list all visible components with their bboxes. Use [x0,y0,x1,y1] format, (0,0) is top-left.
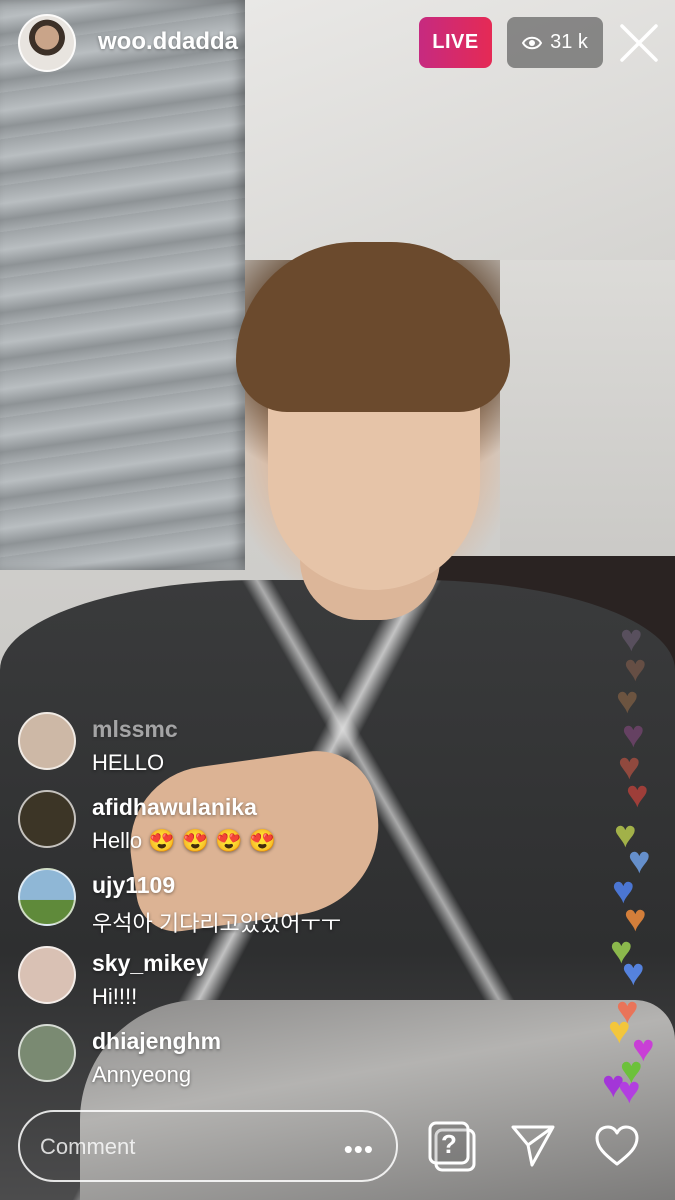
comment-text: Hi!!!! [92,984,138,1009]
viewer-count-badge[interactable]: 31 k [507,17,603,68]
heart-outline-icon[interactable] [594,1124,640,1168]
commenter-avatar[interactable] [18,712,76,770]
commenter-username[interactable]: ujy1109 [92,872,175,899]
commenter-avatar[interactable] [18,790,76,848]
live-stream-screen: woo.ddadda LIVE 31 k mlssmc HELLO afidha… [0,0,675,1200]
question-box-icon[interactable]: ? [427,1120,477,1174]
broadcaster-username[interactable]: woo.ddadda [98,28,238,56]
heart-icon: ♥ [626,774,649,816]
heart-icon: ♥ [622,952,645,994]
send-icon[interactable] [510,1122,556,1168]
commenter-username[interactable]: afidhawulanika [92,794,257,821]
comment-text: HELLO [92,750,165,775]
comment-item: dhiajenghm Annyeong [18,1024,448,1102]
comment-feed: mlssmc HELLO afidhawulanika Hello 😍 😍 😍 … [18,712,448,1102]
live-badge: LIVE [419,17,492,68]
comment-text: Hello 😍 😍 😍 😍 [92,828,277,853]
comment-item: afidhawulanika Hello 😍 😍 😍 😍 [18,790,448,868]
heart-icon: ♥ [608,1010,631,1052]
svg-text:?: ? [441,1129,457,1159]
more-options-icon[interactable]: ••• [344,1134,374,1165]
commenter-username[interactable]: mlssmc [92,716,178,743]
eye-icon [522,36,543,49]
streamer-hair [236,242,510,412]
window-blind [0,0,245,570]
commenter-username[interactable]: dhiajenghm [92,1028,221,1055]
heart-icon: ♥ [618,1070,641,1112]
close-icon[interactable] [618,22,660,64]
comment-input[interactable]: Comment ••• [18,1110,398,1182]
comment-text: 우석아 기다리고있었어ㅜㅜ [92,911,341,936]
commenter-avatar[interactable] [18,1024,76,1082]
comment-item: mlssmc HELLO [18,712,448,790]
broadcaster-avatar[interactable] [18,14,76,72]
comment-item: sky_mikey Hi!!!! [18,946,448,1024]
floating-hearts: ♥ ♥ ♥ ♥ ♥ ♥ ♥ ♥ ♥ ♥ ♥ ♥ ♥ ♥ ♥ ♥ ♥ ♥ [598,620,675,1110]
commenter-avatar[interactable] [18,946,76,1004]
commenter-username[interactable]: sky_mikey [92,950,208,977]
comment-text: Annyeong [92,1062,192,1087]
viewer-count: 31 k [550,31,588,53]
comment-item: ujy1109 우석아 기다리고있었어ㅜㅜ [18,868,448,946]
wall [500,260,675,580]
commenter-avatar[interactable] [18,868,76,926]
comment-placeholder: Comment [40,1134,136,1159]
